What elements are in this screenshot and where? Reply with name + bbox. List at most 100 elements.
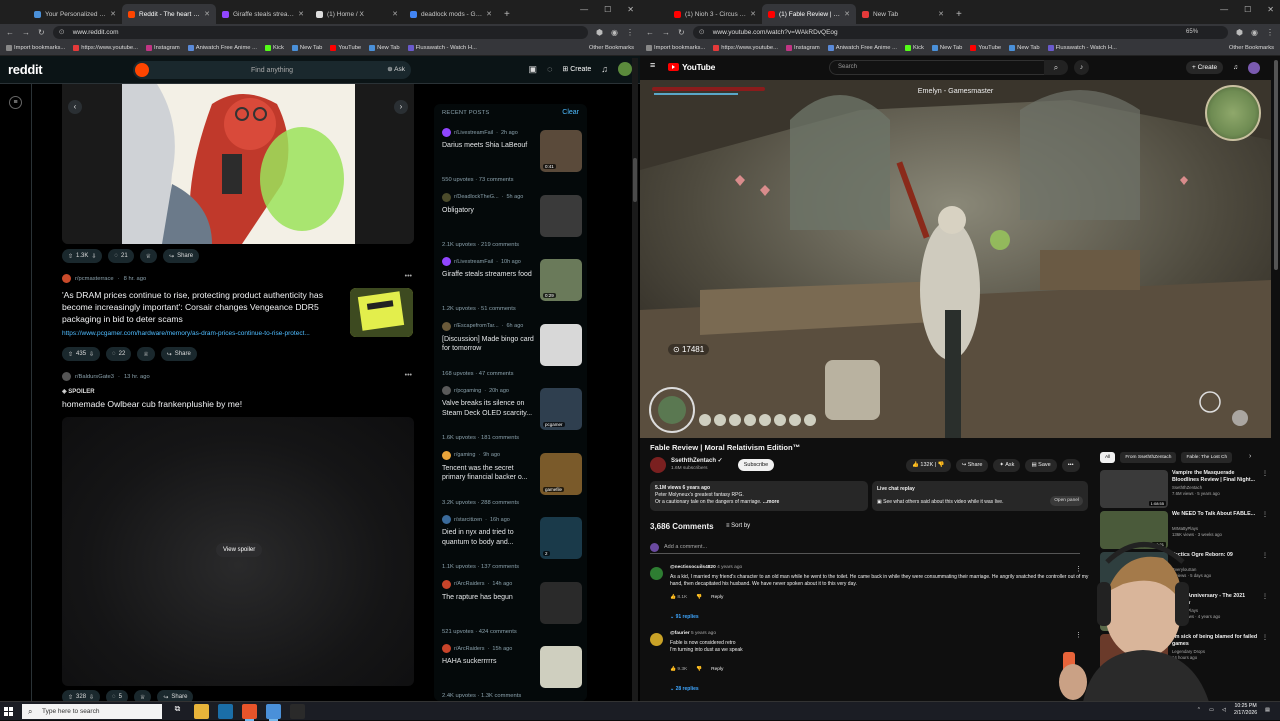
chrome-icon[interactable] [266,704,281,721]
zoom-level[interactable]: 65% [1186,29,1198,35]
forward-icon[interactable]: → [22,28,30,37]
hamburger-menu-icon[interactable]: ≡ [650,60,655,70]
comment-dislike-icon[interactable]: 👎 [696,667,702,672]
minimize-icon[interactable]: — [1220,5,1228,14]
tab-left_browser-1[interactable]: Reddit - The heart of th ✕ [122,4,216,24]
menu-icon[interactable]: ⋮ [1266,28,1274,37]
ask-button[interactable]: ✦ Ask [993,459,1021,472]
forward-icon[interactable]: → [662,28,670,37]
view-replies-button[interactable]: ⌄ 28 replies [670,686,699,692]
award-button[interactable]: ♕ [134,690,152,701]
comments-button[interactable]: ◌ 5 [106,690,128,701]
open-panel-button[interactable]: Open panel [1050,496,1083,506]
bookmark-item[interactable]: New Tab [291,45,322,51]
bookmark-item[interactable]: Fluxawatch - Watch H... [1047,45,1117,51]
recommended-menu-icon[interactable]: ⋮ [1262,634,1268,641]
vote-pill[interactable]: ⇧ 435 ⇩ [62,347,101,361]
maximize-icon[interactable]: ☐ [604,5,611,14]
user-avatar[interactable] [1248,61,1260,74]
new-tab-icon[interactable]: + [956,4,962,24]
bookmark-item[interactable]: Import bookmarks... [6,45,65,51]
share-button[interactable]: ↪ Share [955,459,989,472]
epic-games-icon[interactable] [290,704,305,719]
reddit-logo[interactable]: reddit [8,62,43,77]
bookmark-item[interactable]: New Tab [1009,45,1040,51]
subscribe-button[interactable]: Subscribe [737,459,775,471]
tab-right_browser-2[interactable]: New Tab ✕ [856,4,950,24]
more-actions-icon[interactable]: ••• [1061,459,1080,472]
recent-post-item[interactable]: r/EscapefromTar... · 6h ago [Discussion] Ma… [442,321,582,384]
bookmark-item[interactable]: Aniwatch Free Anime ... [827,45,897,51]
view-replies-button[interactable]: ⌄ 91 replies [670,614,699,620]
reply-button[interactable]: Reply [711,667,723,672]
like-button[interactable]: 👍 132K | 👎 [906,459,951,472]
post-menu-icon[interactable]: ••• [405,273,412,280]
recent-post-item[interactable]: r/LivestreamFail · 10h ago Giraffe steals s… [442,257,582,319]
tab-left_browser-3[interactable]: (1) Home / X ✕ [310,4,404,24]
firefox-icon[interactable] [242,704,257,721]
tab-close-icon[interactable]: ✕ [750,10,756,18]
channel-avatar[interactable] [650,457,666,473]
video-description[interactable]: 5.1M views 6 years ago Peter Molyneux's … [650,481,868,511]
post-title[interactable]: 'As DRAM prices continue to rise, protec… [62,289,347,325]
tab-right_browser-0[interactable]: (1) Nioh 3 - Circus of Grandmas ✕ [668,4,762,24]
recommended-menu-icon[interactable]: ⋮ [1262,470,1268,477]
post-menu-icon[interactable]: ••• [405,372,412,379]
task-view-icon[interactable]: ⧉ [170,704,185,719]
post-link[interactable]: https://www.pcgamer.com/hardware/memory/… [62,330,344,337]
post-title[interactable]: homemade Owlbear cub frankenplushie by m… [62,398,362,410]
video-player[interactable]: Emelyn - Gamesmaster ⊙ 17481 [640,80,1271,438]
add-comment-input[interactable]: Add a comment... [650,542,1080,554]
tab-close-icon[interactable]: ✕ [486,10,492,18]
notification-bell-icon[interactable]: ♫ [1233,64,1238,71]
comment-like-button[interactable]: 👍 8.1K [670,595,687,600]
recent-post-item[interactable]: r/LivestreamFail · 2h ago Darius meets Shia… [442,128,582,190]
tab-close-icon[interactable]: ✕ [392,10,398,18]
bookmark-item[interactable]: https://www.youtube... [713,45,778,51]
post-image-carousel[interactable]: ‹ › [62,84,414,244]
comments-button[interactable]: ◌ 21 [108,249,134,263]
bookmark-item[interactable]: YouTube [330,45,361,51]
chip-2[interactable]: Fable: The Lost Ch [1181,452,1233,463]
bookmark-item[interactable]: Kick [264,45,284,51]
close-icon[interactable]: ✕ [627,5,634,14]
recent-post-item[interactable]: r/starcitizen · 16h ago Died in nyx and tri… [442,515,582,577]
tab-close-icon[interactable]: ✕ [844,10,850,18]
menu-icon[interactable]: ⋮ [626,28,634,37]
comment-author[interactable]: @faurier 5 years ago [670,631,716,636]
save-button[interactable]: ▤ Save [1025,459,1057,472]
youtube-logo[interactable]: YouTube [668,62,715,72]
sort-by-button[interactable]: ≡ Sort by [726,523,750,529]
tab-left_browser-0[interactable]: Your Personalized Reco ✕ [28,4,122,24]
bookmark-item[interactable]: Instagram [785,45,820,51]
bookmark-item[interactable]: Instagram [145,45,180,51]
recommended-menu-icon[interactable]: ⋮ [1262,511,1268,518]
chat-icon[interactable]: ◌ [547,64,552,74]
notifications-icon[interactable]: ▤ [1265,707,1270,713]
volume-icon[interactable]: ◁ [1222,707,1226,713]
share-button[interactable]: ↪ Share [157,690,194,701]
tab-close-icon[interactable]: ✕ [204,10,210,18]
extensions-icon[interactable]: ⬢ [596,28,603,37]
bookmark-item[interactable]: YouTube [970,45,1001,51]
recent-post-item[interactable]: r/gaming · 9h ago Tencent was the secret pr… [442,450,582,513]
chip-1[interactable]: From SseththZentach [1120,452,1177,463]
bookmark-item[interactable]: Fluxawatch - Watch H... [407,45,477,51]
bookmark-item[interactable]: Kick [904,45,924,51]
bookmark-item[interactable]: New Tab [931,45,962,51]
reload-icon[interactable]: ↻ [678,28,685,37]
extensions-icon[interactable]: ⬢ [1236,28,1243,37]
tab-close-icon[interactable]: ✕ [938,10,944,18]
hamburger-menu-icon[interactable]: ≡ [9,96,22,109]
subreddit-link[interactable]: r/pcmasterrace [75,276,114,282]
recommended-menu-icon[interactable]: ⋮ [1262,593,1268,600]
back-icon[interactable]: ← [6,28,14,37]
channel-name[interactable]: SseththZentach ✓ 1.6M subscribers [671,457,723,473]
profile-icon[interactable]: ◉ [1251,28,1258,37]
comment-author[interactable]: @nectissocuils4820 4 years ago [670,565,742,570]
maximize-icon[interactable]: ☐ [1244,5,1251,14]
subreddit-link[interactable]: r/BaldursGate3 [75,374,114,380]
minimize-icon[interactable]: — [580,5,588,14]
url-field[interactable]: ⊙ www.youtube.com/watch?v=WAkRDvQEog 65% [692,26,1229,39]
ask-button[interactable]: ⊕ Ask [387,65,405,73]
